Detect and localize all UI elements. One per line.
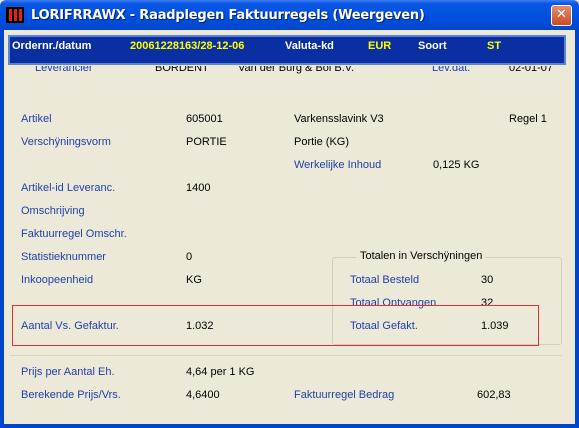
prijs-per-aantal-label: Prijs per Aantal Eh. (21, 366, 115, 378)
regel-number: Regel 1 (509, 113, 547, 125)
faktuurregel-omschr-label: Faktuurregel Omschr. (21, 228, 127, 240)
client-area (4, 30, 575, 424)
totaal-gefakt-value: 1.039 (481, 320, 509, 332)
delivery-date-label: Lev.dat. (432, 66, 471, 74)
supplier-label: Leverancier (35, 66, 93, 74)
berekende-prijs-value: 4,6400 (186, 389, 220, 401)
artikel-id-leveranc-value: 1400 (186, 182, 211, 194)
berekende-prijs-label: Berekende Prijs/Vrs. (21, 389, 121, 401)
type-label: Soort (418, 40, 447, 52)
order-label: Ordernr./datum (12, 40, 92, 52)
window-title: LORIFRRAWX - Raadplegen Faktuurregels (W… (31, 8, 425, 23)
currency-value: EUR (368, 40, 392, 52)
artikel-id-leveranc-label: Artikel-id Leveranc. (21, 182, 116, 194)
currency-label: Valuta-kd (285, 40, 334, 52)
artikel-description: Varkensslavink V3 (294, 113, 384, 125)
totaal-besteld-value: 30 (481, 274, 494, 286)
totaal-besteld-label: Totaal Besteld (350, 274, 420, 286)
faktuurregel-bedrag-value: 602,83 (477, 389, 511, 401)
inkoopeenheid-value: KG (186, 274, 202, 286)
werkelijke-inhoud-value: 0,125 KG (433, 159, 480, 171)
portie-description: Portie (KG) (294, 136, 350, 148)
title-bar[interactable]: LORIFRRAWX - Raadplegen Faktuurregels (W… (0, 0, 579, 30)
close-button[interactable]: ✕ (551, 5, 572, 26)
type-value: ST (487, 40, 502, 52)
prijs-per-aantal-value: 4,64 per 1 KG (186, 366, 255, 378)
aantal-gefaktureerd-label: Aantal Vs. Gefaktur. (21, 320, 119, 332)
totaal-gefakt-label: Totaal Gefakt. (350, 320, 418, 332)
delivery-date-value: 02-01-07 (509, 66, 554, 74)
supplier-code: BORDENT (155, 66, 209, 74)
omschrijving-label: Omschrijving (21, 205, 85, 217)
section-divider (10, 355, 562, 356)
artikel-value: 605001 (186, 113, 223, 125)
verschijningsvorm-value: PORTIE (186, 136, 227, 148)
totals-groupbox-title: Totalen in Verschÿningen (356, 250, 487, 262)
aantal-gefaktureerd-value: 1.032 (186, 320, 214, 332)
app-icon (6, 7, 24, 23)
supplier-name: Van der Burg & Bol B.V. (238, 66, 355, 74)
faktuurregel-bedrag-label: Faktuurregel Bedrag (294, 389, 395, 401)
statistieknummer-label: Statistieknummer (21, 251, 106, 263)
statistieknummer-value: 0 (186, 251, 193, 263)
order-value: 20061228163/28-12-06 (130, 40, 245, 52)
werkelijke-inhoud-label: Werkelijke Inhoud (294, 159, 382, 171)
inkoopeenheid-label: Inkoopeenheid (21, 274, 94, 286)
verschijningsvorm-label: Verschÿningsvorm (21, 136, 111, 148)
artikel-label: Artikel (21, 113, 52, 125)
